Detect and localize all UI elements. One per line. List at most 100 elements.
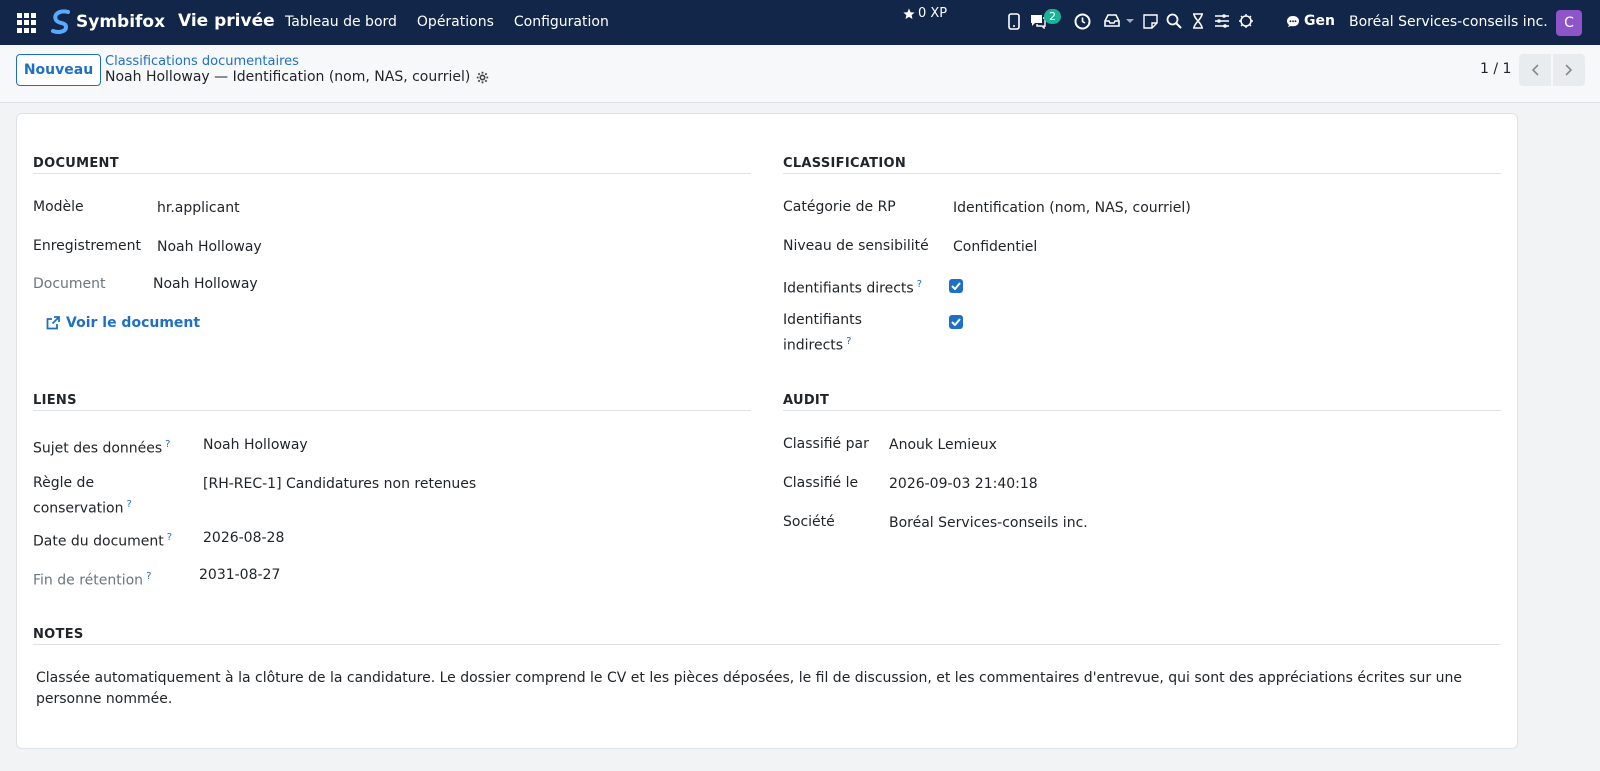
xp-counter[interactable]: 0 XP — [903, 6, 947, 21]
data-subject-text: Sujet des données — [33, 440, 163, 457]
brand-logo-icon — [51, 9, 70, 34]
help-tooltip[interactable]: ? — [165, 439, 170, 450]
pi-category-label: Catégorie de RP — [783, 199, 896, 215]
check-icon — [951, 282, 961, 290]
main-menu: Tableau de bord Opérations Configuration — [285, 14, 629, 30]
document-date-text: Date du document — [33, 533, 164, 550]
indirect-identifiers-label: Identifiants indirects? — [783, 310, 862, 357]
classified-on-label: Classifié le — [783, 475, 859, 491]
section-rule — [33, 173, 751, 174]
inbox-icon[interactable] — [1103, 12, 1121, 30]
view-document-link[interactable]: Voir le document — [46, 315, 200, 331]
section-title-classification: CLASSIFICATION — [783, 156, 907, 171]
pager-previous-button[interactable] — [1519, 54, 1551, 86]
view-document-label: Voir le document — [66, 315, 201, 331]
help-tooltip[interactable]: ? — [917, 279, 922, 290]
classified-on-value[interactable]: 2026-09-03 21:40:18 — [889, 476, 1038, 492]
help-tooltip[interactable]: ? — [126, 499, 131, 510]
indirect-identifiers-text-1: Identifiants — [783, 312, 862, 328]
document-label: Document — [33, 276, 106, 292]
indirect-identifiers-checkbox[interactable] — [949, 315, 963, 329]
section-rule — [33, 644, 1501, 645]
retention-rule-text-1: Règle de — [33, 475, 95, 491]
clock-icon[interactable] — [1073, 12, 1091, 30]
section-title-audit: AUDIT — [783, 393, 830, 408]
chevron-down-icon[interactable] — [1125, 12, 1135, 30]
company-label: Société — [783, 514, 835, 530]
help-tooltip[interactable]: ? — [167, 532, 172, 543]
data-subject-label: Sujet des données? — [33, 434, 170, 460]
document-value[interactable]: Noah Holloway — [153, 276, 258, 292]
check-icon — [951, 318, 961, 326]
direct-identifiers-text: Identifiants directs — [783, 280, 914, 297]
record-title: Noah Holloway — Identification (nom, NAS… — [105, 69, 471, 85]
section-rule — [783, 173, 1501, 174]
pager-value[interactable]: 1 / 1 — [1480, 61, 1511, 77]
xp-value: 0 XP — [918, 6, 948, 21]
pi-category-value[interactable]: Identification (nom, NAS, courriel) — [953, 200, 1191, 216]
phone-icon[interactable] — [1005, 12, 1023, 30]
menu-item-dashboard[interactable]: Tableau de bord — [285, 14, 397, 30]
external-link-icon — [46, 316, 60, 330]
model-value[interactable]: hr.applicant — [157, 200, 240, 216]
company-value[interactable]: Boréal Services-conseils inc. — [889, 515, 1088, 531]
record-value[interactable]: Noah Holloway — [157, 239, 262, 255]
retention-rule-value[interactable]: [RH-REC-1] Candidatures non retenues — [203, 476, 476, 492]
note-icon[interactable] — [1141, 12, 1159, 30]
star-icon — [903, 8, 915, 19]
section-rule — [33, 410, 751, 411]
sliders-icon[interactable] — [1213, 12, 1231, 30]
section-title-links: LIENS — [33, 393, 77, 408]
direct-identifiers-label: Identifiants directs? — [783, 274, 922, 300]
sensitivity-value[interactable]: Confidentiel — [953, 239, 1037, 255]
classified-by-value[interactable]: Anouk Lemieux — [889, 437, 997, 453]
chat-icon[interactable]: 2 — [1029, 9, 1061, 30]
data-subject-value[interactable]: Noah Holloway — [203, 437, 308, 453]
retention-rule-text-2: conservation — [33, 500, 124, 517]
retention-end-label: Fin de rétention? — [33, 566, 151, 592]
breadcrumb-current: Noah Holloway — Identification (nom, NAS… — [105, 69, 489, 85]
record-label: Enregistrement — [33, 238, 142, 254]
chevron-right-icon — [1565, 64, 1573, 76]
gear-icon[interactable] — [476, 71, 489, 84]
model-label: Modèle — [33, 199, 84, 215]
retention-end-text: Fin de rétention — [33, 572, 144, 589]
section-rule — [783, 410, 1501, 411]
retention-end-value: 2031-08-27 — [199, 567, 281, 583]
form-sheet — [16, 113, 1518, 749]
classified-by-label: Classifié par — [783, 436, 869, 452]
avatar[interactable]: C — [1556, 10, 1582, 36]
indirect-identifiers-text-2: indirects — [783, 337, 844, 354]
systray: 2 — [1005, 9, 1261, 30]
hourglass-icon[interactable] — [1189, 12, 1207, 30]
gen-label: Gen — [1304, 13, 1335, 29]
company-switcher[interactable]: Boréal Services-conseils inc. — [1349, 14, 1548, 30]
new-button[interactable]: Nouveau — [16, 54, 101, 86]
section-title-notes: NOTES — [33, 627, 84, 642]
document-date-label: Date du document? — [33, 527, 172, 553]
top-navbar: Symbifox Vie privée Tableau de bord Opér… — [0, 0, 1600, 45]
breadcrumb-parent[interactable]: Classifications documentaires — [105, 54, 299, 69]
document-date-value[interactable]: 2026-08-28 — [203, 530, 284, 546]
apps-grid-icon[interactable] — [17, 13, 37, 33]
chat-bubble-icon — [1287, 15, 1299, 27]
app-title[interactable]: Vie privée — [178, 11, 275, 31]
brand-name: Symbifox — [76, 12, 166, 32]
chevron-left-icon — [1531, 64, 1539, 76]
brand[interactable]: Symbifox — [50, 9, 165, 35]
notes-text[interactable]: Classée automatiquement à la clôture de … — [36, 668, 1496, 710]
bug-icon[interactable] — [1237, 12, 1255, 30]
messages-badge: 2 — [1044, 9, 1061, 24]
control-panel: Nouveau Classifications documentaires No… — [0, 45, 1600, 103]
menu-item-operations[interactable]: Opérations — [417, 14, 494, 30]
sensitivity-label: Niveau de sensibilité — [783, 238, 929, 254]
gen-assistant-button[interactable]: Gen — [1286, 13, 1335, 29]
pager-next-button[interactable] — [1553, 54, 1585, 86]
section-title-document: DOCUMENT — [33, 156, 119, 171]
help-tooltip[interactable]: ? — [146, 571, 151, 582]
retention-rule-label: Règle de conservation? — [33, 473, 132, 520]
menu-item-configuration[interactable]: Configuration — [514, 14, 609, 30]
search-icon[interactable] — [1165, 12, 1183, 30]
direct-identifiers-checkbox[interactable] — [949, 279, 963, 293]
help-tooltip[interactable]: ? — [846, 336, 851, 347]
